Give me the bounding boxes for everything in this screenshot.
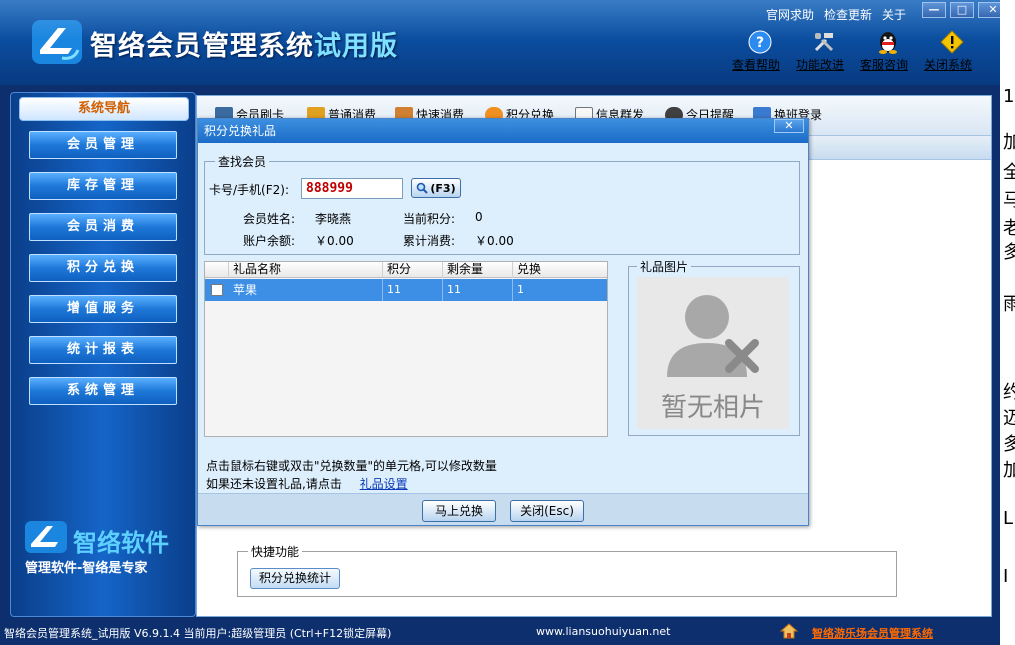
points-exchange-dialog: 积分兑换礼品 ✕ 查找会员 卡号/手机(F2): 888999 (F3) 会员姓…: [197, 118, 809, 526]
sidebar-brand: 智络软件 管理软件-智络是专家: [25, 521, 185, 576]
customer-service-button[interactable]: 客服咨询: [860, 30, 916, 72]
gift-picture-legend: 礼品图片: [637, 258, 692, 275]
minimize-button[interactable]: —: [922, 2, 946, 18]
header-tools: ? 查看帮助 功能改进 客服咨询 关闭系统: [732, 30, 980, 72]
sidebar-item-system-management[interactable]: 系统管理: [29, 377, 177, 405]
home-icon: [780, 623, 798, 639]
col-gift-name[interactable]: 礼品名称: [229, 262, 383, 278]
quick-functions-group: 快捷功能 积分兑换统计: [237, 543, 897, 597]
col-exchange[interactable]: 兑换: [513, 262, 607, 278]
status-url[interactable]: www.liansuohuiyuan.net: [536, 625, 670, 638]
no-photo-text: 暂无相片: [660, 393, 765, 423]
dialog-close-button[interactable]: ✕: [774, 119, 804, 133]
sidebar-item-points-exchange[interactable]: 积分兑换: [29, 254, 177, 282]
gift-picture-group: 礼品图片 暂无相片: [628, 258, 800, 436]
warning-icon: [939, 30, 965, 54]
member-name-value: 李晓燕: [315, 212, 352, 226]
help-icon: ?: [747, 30, 773, 54]
balance-label: 账户余额:: [243, 234, 296, 248]
cell-points[interactable]: 11: [383, 279, 443, 301]
app-window: 智络会员管理系统试用版 官网求助 检查更新 关于 — □ ✕ ? 查看帮助 功能…: [0, 0, 1000, 645]
status-version-user: 智络会员管理系统_试用版 V6.9.1.4 当前用户:超级管理员 (Ctrl+F…: [4, 627, 392, 640]
view-help-button[interactable]: ? 查看帮助: [732, 30, 788, 72]
current-points-value: 0: [475, 210, 483, 224]
gift-grid-header: 礼品名称 积分 剩余量 兑换: [205, 262, 607, 278]
sidebar: 系统导航 会员管理 库存管理 会员消费 积分兑换 增值服务 统计报表 系统管理 …: [10, 92, 196, 617]
dialog-footer: 马上兑换 关闭(Esc): [198, 493, 808, 525]
col-points[interactable]: 积分: [383, 262, 443, 278]
dialog-title: 积分兑换礼品: [198, 119, 808, 143]
total-consumption-value: ￥0.00: [475, 234, 514, 248]
sidebar-item-member-consumption[interactable]: 会员消费: [29, 213, 177, 241]
table-row[interactable]: 苹果 11 11 1: [205, 279, 607, 301]
maximize-button[interactable]: □: [950, 2, 974, 18]
help-online-link[interactable]: 官网求助: [766, 6, 814, 23]
top-links: 官网求助 检查更新 关于: [766, 6, 906, 23]
find-member-legend: 查找会员: [215, 153, 270, 170]
member-name-label: 会员姓名:: [243, 212, 296, 226]
col-remaining[interactable]: 剩余量: [443, 262, 513, 278]
feature-improve-button[interactable]: 功能改进: [796, 30, 852, 72]
sidebar-title: 系统导航: [19, 97, 189, 121]
gift-settings-link[interactable]: 礼品设置: [360, 477, 408, 491]
status-product-link[interactable]: 智络游乐场会员管理系统: [812, 625, 933, 641]
svg-text:?: ?: [756, 35, 764, 51]
points-exchange-stats-button[interactable]: 积分兑换统计: [250, 568, 340, 589]
cell-remaining[interactable]: 11: [443, 279, 513, 301]
card-label: 卡号/手机(F2):: [209, 183, 289, 197]
cell-exchange-qty[interactable]: 1: [513, 279, 607, 301]
exchange-now-button[interactable]: 马上兑换: [422, 500, 496, 522]
window-controls: — □ ✕: [922, 2, 1000, 18]
sidebar-item-statistics-reports[interactable]: 统计报表: [29, 336, 177, 364]
quick-functions-legend: 快捷功能: [248, 543, 303, 560]
brand-slogan: 管理软件-智络是专家: [25, 561, 148, 576]
total-consumption-label: 累计消费:: [403, 234, 456, 248]
sidebar-item-value-added-services[interactable]: 增值服务: [29, 295, 177, 323]
qq-icon: [875, 30, 901, 54]
close-system-button[interactable]: 关闭系统: [924, 30, 980, 72]
check-update-link[interactable]: 检查更新: [824, 6, 872, 23]
search-icon: [417, 182, 429, 194]
background-window-edge: 1 加 全 马 老 多 雨 约 迈 多 加 L I: [1000, 0, 1015, 645]
sidebar-item-member-management[interactable]: 会员管理: [29, 131, 177, 159]
row-checkbox[interactable]: [211, 284, 223, 296]
find-member-group: 查找会员 卡号/手机(F2): 888999 (F3) 会员姓名: 李晓燕 当前…: [204, 153, 800, 255]
brand-logo-icon: [25, 521, 67, 553]
close-window-button[interactable]: ✕: [978, 2, 1000, 18]
current-points-label: 当前积分:: [403, 212, 456, 226]
sidebar-item-inventory-management[interactable]: 库存管理: [29, 172, 177, 200]
tools-icon: [811, 30, 837, 54]
dialog-cancel-button[interactable]: 关闭(Esc): [510, 500, 584, 522]
no-photo-person-icon: [667, 295, 759, 377]
gift-picture: 暂无相片: [637, 277, 789, 429]
app-title: 智络会员管理系统试用版: [90, 31, 398, 62]
gift-setup-hint: 如果还未设置礼品,请点击 礼品设置: [206, 477, 408, 491]
app-logo-icon: [32, 20, 82, 64]
edit-quantity-hint: 点击鼠标右键或双击"兑换数量"的单元格,可以修改数量: [206, 459, 497, 473]
card-number-input[interactable]: 888999: [301, 178, 403, 199]
brand-name: 智络软件: [73, 529, 169, 557]
search-member-button[interactable]: (F3): [411, 178, 461, 198]
status-bar: 智络会员管理系统_试用版 V6.9.1.4 当前用户:超级管理员 (Ctrl+F…: [0, 620, 1000, 645]
gift-grid: 礼品名称 积分 剩余量 兑换 苹果 11 11 1: [204, 261, 608, 437]
balance-value: ￥0.00: [315, 234, 354, 248]
cell-gift-name[interactable]: 苹果: [229, 279, 383, 301]
header: 智络会员管理系统试用版 官网求助 检查更新 关于 — □ ✕ ? 查看帮助 功能…: [0, 0, 1000, 85]
about-link[interactable]: 关于: [882, 6, 906, 23]
